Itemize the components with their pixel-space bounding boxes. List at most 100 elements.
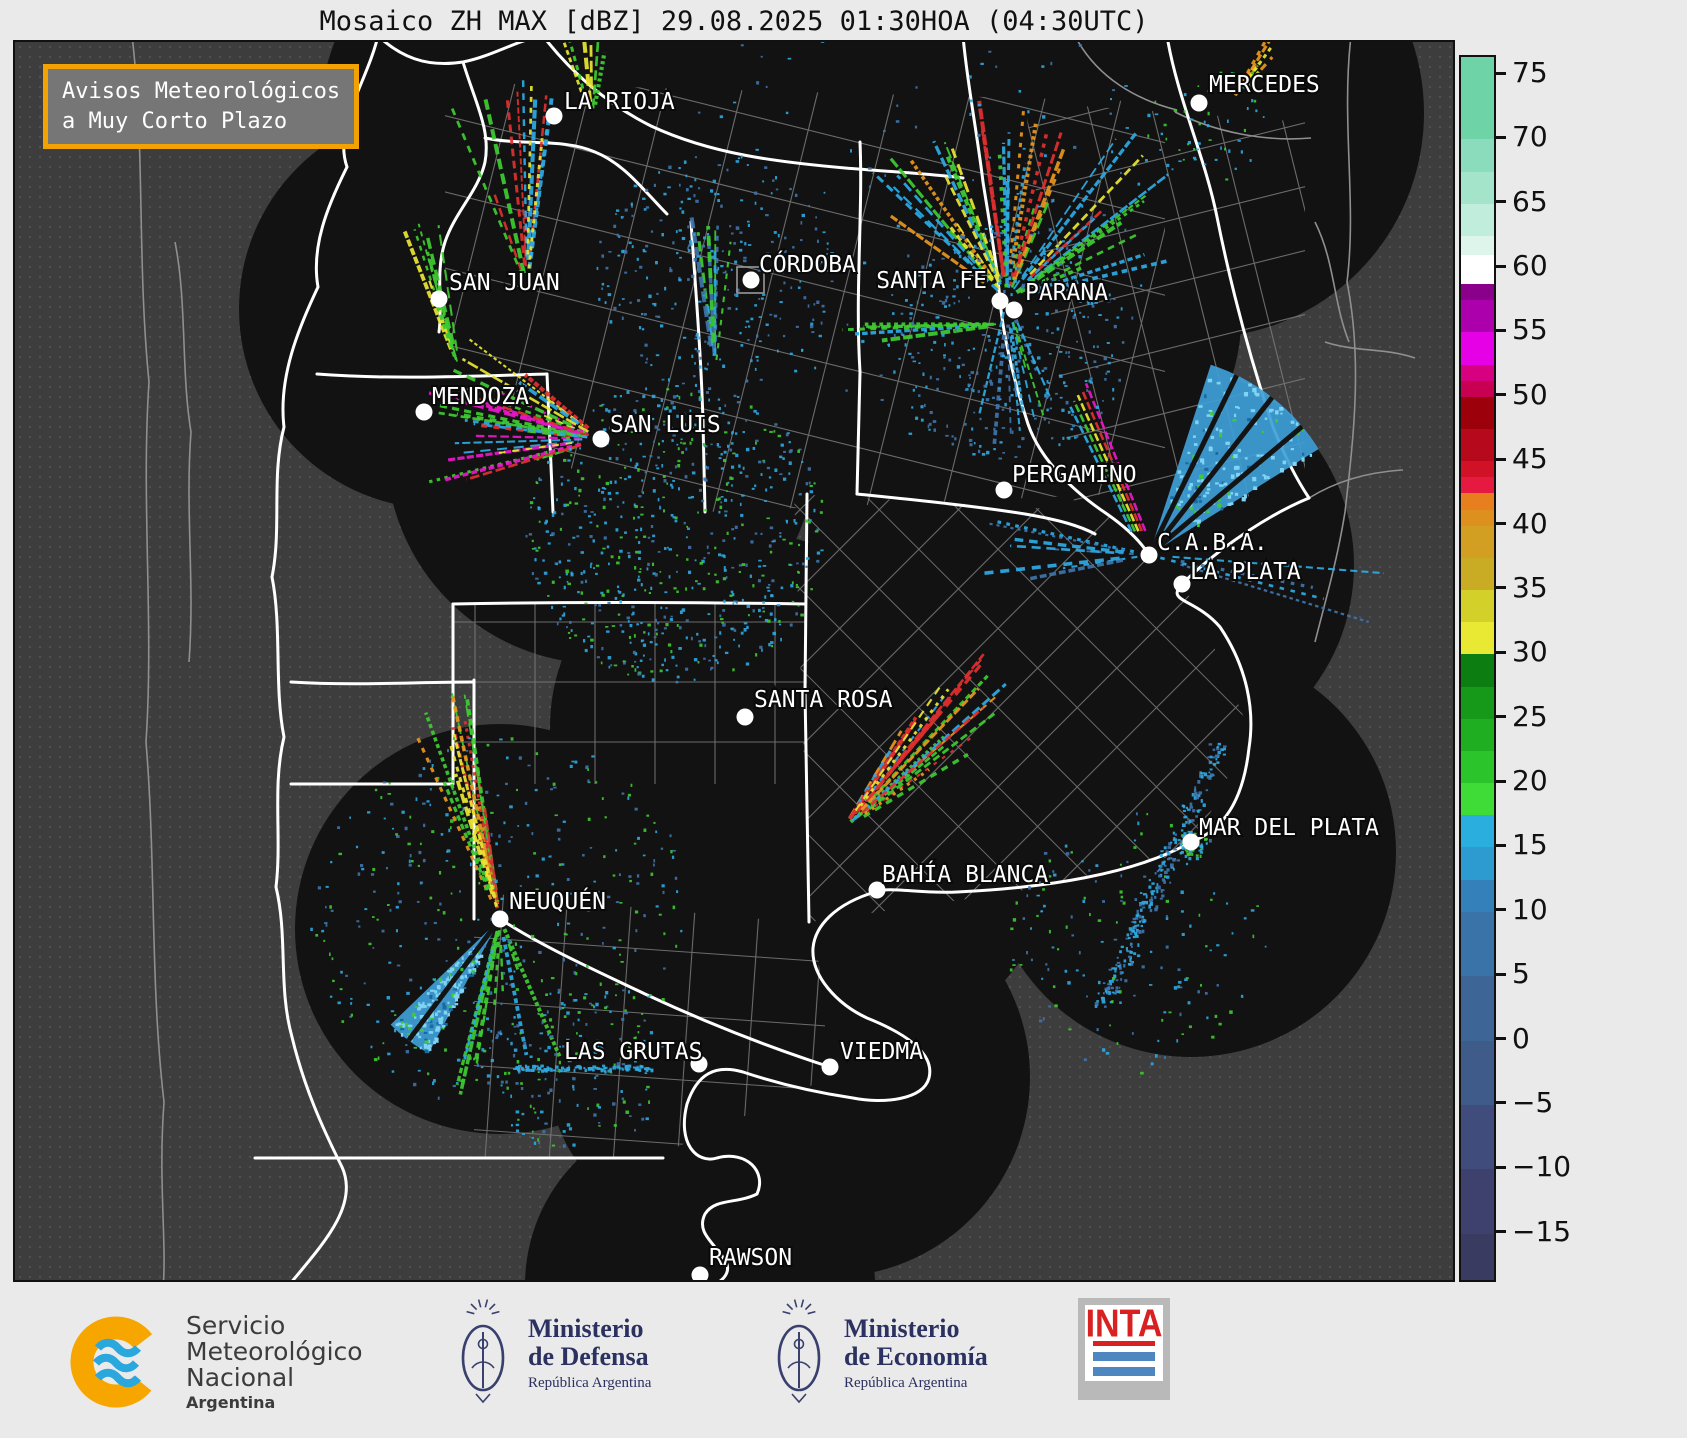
radar-mosaic-figure: Mosaico ZH MAX [dBZ] 29.08.2025 01:30HOA…: [0, 0, 1687, 1438]
colorbar-segment: [1461, 654, 1494, 688]
colorbar-segment: [1461, 283, 1494, 301]
colorbar-segment: [1461, 750, 1494, 784]
city-label: SAN JUAN: [449, 270, 560, 296]
colorbar-tick-label: 20: [1512, 764, 1548, 798]
colorbar-segment: [1461, 235, 1494, 256]
colorbar: [1459, 55, 1496, 1282]
smn-crescent-icon: [70, 1316, 162, 1408]
city-dot: [592, 430, 610, 448]
city-dot: [995, 481, 1013, 499]
colorbar-tick-label: 5: [1512, 957, 1530, 991]
colorbar-segment: [1461, 364, 1494, 382]
city-label: MENDOZA: [432, 384, 529, 410]
colorbar-tick-mark: [1496, 522, 1506, 526]
city-dot: [491, 910, 509, 928]
colorbar-segment: [1461, 783, 1494, 816]
economia-line1: Ministerio: [844, 1313, 960, 1343]
city-dot: [1173, 575, 1191, 593]
colorbar-tick-mark: [1496, 1101, 1506, 1105]
colorbar-tick-mark: [1496, 972, 1506, 976]
inta-label: INTA: [1085, 1302, 1163, 1346]
colorbar-tick-label: 50: [1512, 377, 1548, 411]
colorbar-tick-label: −15: [1512, 1214, 1572, 1248]
city-dot: [1182, 833, 1200, 851]
smn-line3: Nacional: [186, 1362, 295, 1392]
colorbar-segment: [1461, 461, 1494, 478]
colorbar-tick-mark: [1496, 457, 1506, 461]
colorbar-tick-label: 45: [1512, 442, 1548, 476]
colorbar-tick-label: 30: [1512, 635, 1548, 669]
colorbar-tick-mark: [1496, 908, 1506, 912]
colorbar-segment: [1461, 493, 1494, 511]
colorbar-tick-mark: [1496, 1165, 1506, 1169]
colorbar-segment: [1461, 847, 1494, 881]
colorbar-tick-mark: [1496, 1230, 1506, 1234]
city-label: LAS GRUTAS: [564, 1039, 702, 1065]
colorbar-tick-mark: [1496, 71, 1506, 75]
colorbar-segment: [1461, 396, 1494, 430]
colorbar-segment: [1461, 622, 1494, 655]
colorbar-tick-label: 10: [1512, 892, 1548, 926]
colorbar-tick-label: −5: [1512, 1085, 1554, 1119]
colorbar-tick-mark: [1496, 393, 1506, 397]
ministerio-defensa-logo: Ministerio de Defensa República Argentin…: [452, 1294, 651, 1412]
city-dot: [415, 403, 433, 421]
colorbar-segment: [1461, 57, 1494, 140]
city-label: C.A.B.A.: [1157, 530, 1268, 556]
city-label: SANTA ROSA: [754, 687, 893, 713]
warning-line2: a Muy Corto Plazo: [62, 108, 288, 134]
page-title: Mosaico ZH MAX [dBZ] 29.08.2025 01:30HOA…: [319, 6, 1149, 37]
coat-of-arms-icon: [777, 1299, 821, 1404]
colorbar-tick-mark: [1496, 264, 1506, 268]
smn-logo-text: Servicio Meteorológico Nacional Argentin…: [186, 1312, 363, 1412]
city-dot: [1190, 94, 1208, 112]
colorbar-tick-mark: [1496, 586, 1506, 590]
city-dot: [1005, 301, 1023, 319]
inta-logo: INTA: [1078, 1298, 1170, 1400]
city-label: PARANA: [1025, 280, 1108, 306]
city-label: SAN LUIS: [610, 412, 721, 438]
defensa-line1: Ministerio: [528, 1313, 644, 1343]
colorbar-tick-label: 70: [1512, 120, 1548, 154]
colorbar-tick-label: 40: [1512, 506, 1548, 540]
radar-coverage-circles: [239, 42, 1424, 1280]
smn-line2: Meteorológico: [186, 1336, 363, 1366]
colorbar-segment: [1461, 557, 1494, 591]
radar-map: LA RIOJA MERCEDES SAN JUAN CÓRDOBA SANTA FE P…: [13, 40, 1455, 1282]
colorbar-segment: [1461, 332, 1494, 366]
city-label: LA PLATA: [1190, 559, 1301, 585]
economia-line3: República Argentina: [844, 1374, 968, 1391]
colorbar-tick-label: −10: [1512, 1150, 1572, 1184]
colorbar-segment: [1461, 686, 1494, 720]
economia-line2: de Economía: [844, 1341, 988, 1371]
colorbar-tick-mark: [1496, 843, 1506, 847]
colorbar-segment: [1461, 976, 1494, 1042]
colorbar-segment: [1461, 589, 1494, 623]
inta-inner: INTA: [1085, 1305, 1163, 1381]
city-dot: [742, 271, 760, 289]
city-label: SANTA FE: [876, 268, 987, 294]
inta-blue-bar-1: [1093, 1351, 1155, 1361]
warning-line1: Avisos Meteorológicos: [62, 79, 341, 104]
colorbar-segment: [1461, 171, 1494, 205]
colorbar-segment: [1461, 525, 1494, 559]
colorbar-tick-mark: [1496, 650, 1506, 654]
defensa-line3: República Argentina: [528, 1374, 652, 1391]
colorbar-tick-label: 35: [1512, 570, 1548, 604]
city-label: BAHÍA BLANCA: [882, 860, 1048, 888]
colorbar-tick-mark: [1496, 715, 1506, 719]
city-dot: [430, 290, 448, 308]
colorbar-tick-label: 75: [1512, 56, 1548, 90]
city-label: CÓRDOBA: [759, 250, 856, 278]
city-dot: [736, 708, 754, 726]
colorbar-segment: [1461, 1040, 1494, 1106]
colorbar-tick-label: 60: [1512, 249, 1548, 283]
city-label: PERGAMINO: [1012, 462, 1137, 488]
colorbar-segment: [1461, 255, 1494, 285]
colorbar-tick-mark: [1496, 200, 1506, 204]
warning-badge: Avisos Meteorológicos a Muy Corto Plazo: [43, 64, 360, 150]
colorbar-tick-label: 55: [1512, 313, 1548, 347]
city-label: VIEDMA: [840, 1039, 923, 1065]
inta-blue-bar-2: [1093, 1366, 1155, 1376]
colorbar-segment: [1461, 381, 1494, 398]
